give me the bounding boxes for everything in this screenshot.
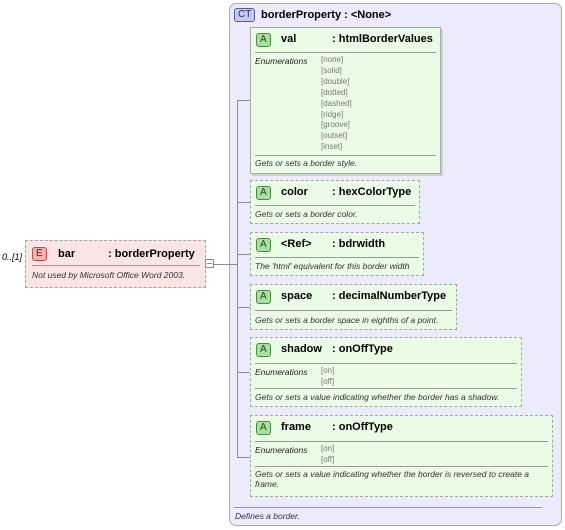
tree-branch-line [237,254,250,255]
attribute-separator [255,388,517,389]
enumeration-item: [ridge] [321,109,344,119]
element-separator [32,265,200,266]
element-bar-box[interactable]: E bar : borderProperty Not used by Micro… [25,240,206,288]
attribute-badge: A [256,186,271,200]
enumeration-item: [solid] [321,65,342,75]
attribute-name: color [281,186,308,198]
attribute-doc: The 'html' equivalent for this border wi… [255,261,410,271]
attribute-doc: Gets or sets a border space in eighths o… [255,315,439,325]
enumerations-list: [on] [off] [321,366,334,388]
attribute-separator [255,466,548,467]
enumeration-item: [none] [321,55,344,64]
tree-branch-line [237,457,250,458]
element-badge: E [32,247,47,261]
attribute-separator [255,52,436,53]
attribute-badge: A [256,290,271,304]
enumeration-item: [on] [321,366,335,375]
enumeration-item: [double] [321,76,350,86]
enumerations-list: [none] [solid] [double] [dotted] [dashed… [321,55,352,153]
attribute-space[interactable]: A space : decimalNumberType Gets or sets… [250,284,457,330]
tree-branch-line [237,307,250,308]
enumeration-item: [dotted] [321,87,348,97]
attribute-doc: Gets or sets a value indicating whether … [255,392,500,402]
tree-branch-line [237,202,250,203]
enumeration-item: [outset] [321,131,348,141]
enumerations-label: Enumerations [255,367,308,377]
attribute-ref[interactable]: A <Ref> : bdrwidth The 'html' equivalent… [250,232,424,276]
attribute-doc: Gets or sets a border style. [255,158,358,168]
attribute-separator [255,155,436,156]
attribute-name: space [281,290,313,302]
attribute-name: frame [281,421,311,433]
attribute-val[interactable]: A val : htmlBorderValues Enumerations [n… [250,27,441,174]
element-name: bar [58,248,76,260]
element-type: : borderProperty [108,248,195,260]
attribute-badge: A [256,238,271,252]
attribute-doc: Gets or sets a value indicating whether … [255,469,551,489]
attribute-frame[interactable]: A frame : onOffType Enumerations [on] [o… [250,415,553,497]
attribute-type: : bdrwidth [332,238,386,250]
enumeration-item: [off] [321,454,335,464]
attribute-type: : decimalNumberType [332,290,447,302]
attribute-name: shadow [281,343,322,355]
attribute-doc-line: Gets or sets a value indicating whether … [255,469,530,479]
complex-type-doc: Defines a border. [235,511,300,521]
attribute-separator [255,310,452,311]
enumeration-item: [groove] [321,120,350,130]
attribute-separator [255,205,415,206]
enumerations-label: Enumerations [255,56,308,66]
connector-line [214,264,229,265]
attribute-badge: A [256,343,271,357]
attribute-separator [255,257,419,258]
tree-trunk-line [237,100,238,457]
attribute-type: : hexColorType [332,186,412,198]
enumerations-list: [on] [off] [321,444,334,466]
attribute-type: : onOffType [332,343,393,355]
enumeration-item: [dashed] [321,98,352,108]
attribute-name: val [281,33,297,45]
attribute-doc-line: frame. [255,479,280,489]
attribute-separator [255,363,517,364]
attribute-type: : htmlBorderValues [332,33,433,45]
enumeration-item: [inset] [321,142,343,152]
tree-branch-line [237,372,250,373]
attribute-separator [255,441,548,442]
attribute-badge: A [256,33,271,47]
occurrence-label: 0..[1] [2,252,23,262]
enumerations-label: Enumerations [255,445,308,455]
attribute-shadow[interactable]: A shadow : onOffType Enumerations [on] [… [250,337,522,407]
attribute-doc: Gets or sets a border color. [255,209,358,219]
attribute-type: : onOffType [332,421,393,433]
complex-type-badge: CT [234,8,256,22]
element-doc: Not used by Microsoft Office Word 2003. [32,270,186,280]
tree-branch-line [237,100,250,101]
attribute-color[interactable]: A color : hexColorType Gets or sets a bo… [250,180,420,224]
complex-type-title: borderProperty : <None> [261,9,392,21]
sequence-compositor-icon[interactable] [205,259,214,268]
enumeration-item: [on] [321,444,335,453]
attribute-badge: A [256,421,271,435]
tree-branch-line [229,264,237,265]
attribute-name: <Ref> [281,238,312,250]
complex-type-separator [234,507,542,508]
enumeration-item: [off] [321,376,335,386]
